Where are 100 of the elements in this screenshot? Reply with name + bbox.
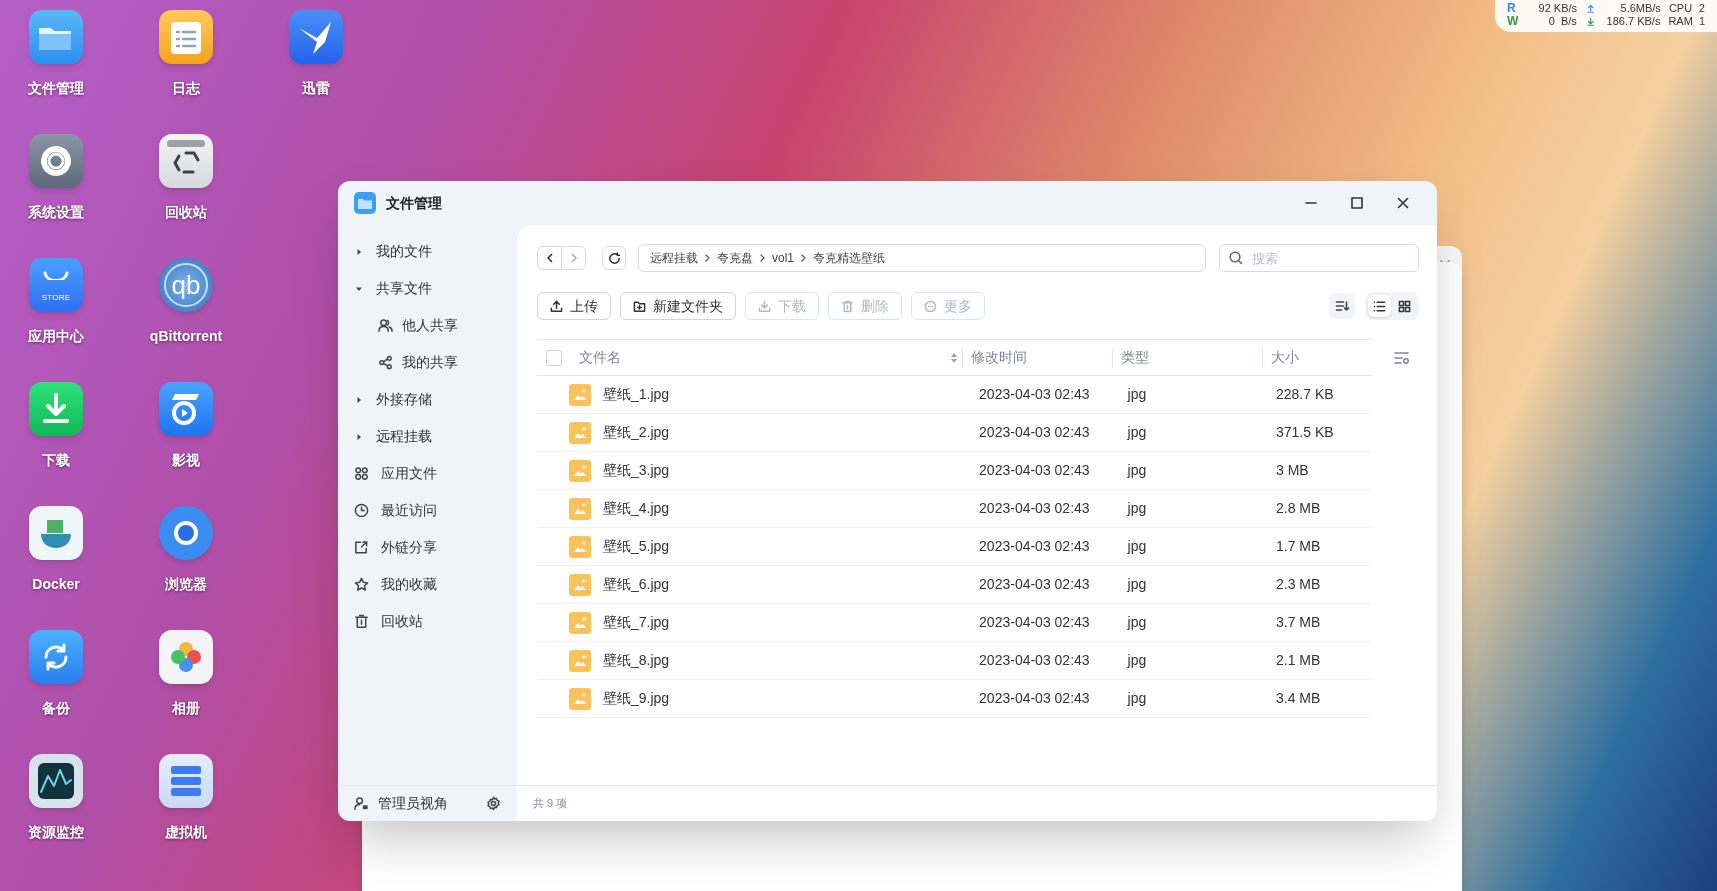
- file-name[interactable]: 壁纸_9.jpg: [603, 688, 980, 709]
- column-header[interactable]: 类型: [1121, 347, 1149, 368]
- select-all-checkbox[interactable]: [546, 349, 562, 366]
- network-rate: 186.7 KB/s: [1605, 15, 1661, 28]
- toolbar-button[interactable]: 上传: [537, 292, 611, 320]
- column-header[interactable]: 文件名: [579, 347, 621, 368]
- app-label: 相册: [172, 699, 200, 718]
- folder-plus-icon: [633, 299, 646, 313]
- clock-icon: [354, 503, 369, 518]
- refresh-icon: [607, 251, 621, 265]
- metric-label: RAM: [1668, 15, 1693, 28]
- admin-view-link[interactable]: 管理员视角: [378, 793, 448, 814]
- settings-icon[interactable]: [486, 796, 501, 811]
- item-count: 共 9 项: [533, 796, 568, 812]
- file-name[interactable]: 壁纸_3.jpg: [603, 460, 980, 481]
- table-cell-text: 2023-04-03 02:43: [979, 613, 1091, 632]
- metric-value: 2: [1698, 2, 1705, 15]
- table-cell-text: 2023-04-03 02:43: [979, 385, 1091, 404]
- file-name[interactable]: 壁纸_6.jpg: [603, 574, 980, 595]
- sidebar-item[interactable]: 应用文件: [381, 463, 437, 484]
- table-cell-text: 371.5 KB: [1276, 423, 1335, 442]
- search-icon: [1229, 251, 1243, 265]
- app-icon[interactable]: [29, 630, 83, 684]
- people-icon: [378, 318, 393, 333]
- io-label: W: [1507, 15, 1520, 28]
- app-label: 虚拟机: [165, 823, 207, 842]
- table-cell-text: jpg: [1127, 613, 1148, 632]
- table-cell-text: jpg: [1127, 385, 1148, 404]
- app-icon[interactable]: [159, 506, 213, 560]
- table-cell-text: jpg: [1127, 689, 1148, 708]
- breadcrumb-item[interactable]: 夸克盘: [717, 249, 753, 267]
- path-field[interactable]: 远程挂载 夸克盘 vol1 夸克精选壁纸: [638, 244, 1206, 272]
- table-cell-text: jpg: [1127, 461, 1148, 480]
- table-cell-text: 2023-04-03 02:43: [979, 651, 1091, 670]
- column-header[interactable]: 大小: [1271, 347, 1299, 368]
- app-label: 资源监控: [28, 823, 84, 842]
- folder-icon: [354, 192, 376, 214]
- list-view-button[interactable]: [1368, 295, 1391, 317]
- metric-value: 1: [1698, 15, 1705, 28]
- breadcrumb-item[interactable]: vol1: [772, 249, 794, 267]
- app-label: 迅雷: [302, 79, 330, 98]
- table-cell-text: 3.7 MB: [1276, 613, 1322, 632]
- sidebar-item[interactable]: 我的文件: [376, 241, 432, 262]
- app-icon[interactable]: [159, 630, 213, 684]
- file-name[interactable]: 壁纸_7.jpg: [603, 612, 980, 633]
- trash-icon: [354, 614, 369, 629]
- sidebar-item[interactable]: 远程挂载: [376, 426, 432, 447]
- sidebar-item[interactable]: 我的共享: [402, 352, 458, 373]
- image-file-icon: [569, 535, 591, 558]
- table-cell-text: jpg: [1127, 423, 1148, 442]
- app-label: 应用中心: [28, 327, 84, 346]
- sidebar-item[interactable]: 最近访问: [381, 500, 437, 521]
- list-icon: [1373, 299, 1386, 313]
- table-cell-text: 2023-04-03 02:43: [979, 423, 1091, 442]
- file-name[interactable]: 壁纸_8.jpg: [603, 650, 980, 671]
- sidebar-item[interactable]: 回收站: [381, 611, 423, 632]
- file-name[interactable]: 壁纸_2.jpg: [603, 422, 980, 443]
- app-label: 影视: [172, 451, 200, 470]
- file-name[interactable]: 壁纸_5.jpg: [603, 536, 980, 557]
- table-cell-text: jpg: [1127, 537, 1148, 556]
- sort-button[interactable]: [1329, 293, 1355, 319]
- sort-arrows-icon[interactable]: [950, 351, 958, 364]
- grid-icon: [354, 466, 369, 481]
- column-header[interactable]: 修改时间: [971, 347, 1027, 368]
- io-label: R: [1507, 2, 1517, 15]
- toolbar-button[interactable]: 新建文件夹: [620, 292, 736, 320]
- column-settings-icon[interactable]: [1394, 350, 1410, 365]
- sidebar-item[interactable]: 外接存储: [376, 389, 432, 410]
- app-icon[interactable]: [289, 10, 343, 64]
- search-field[interactable]: 搜索: [1219, 244, 1419, 272]
- app-icon[interactable]: [159, 382, 213, 436]
- chevron-right-icon: [704, 254, 711, 262]
- image-file-icon: [569, 573, 591, 596]
- table-cell-text: 228.7 KB: [1276, 385, 1335, 404]
- more-icon: [924, 299, 937, 313]
- share-box-icon: [354, 540, 369, 555]
- table-cell-text: jpg: [1127, 499, 1148, 518]
- app-label: 系统设置: [28, 203, 84, 222]
- app-icon[interactable]: [29, 382, 83, 436]
- sidebar-item[interactable]: 共享文件: [376, 278, 432, 299]
- sidebar-item[interactable]: 外链分享: [381, 537, 437, 558]
- network-rate: 5.6MB/s: [1619, 2, 1661, 15]
- breadcrumb-item[interactable]: 夸克精选壁纸: [813, 249, 885, 267]
- app-icon[interactable]: [29, 754, 83, 808]
- share-icon: [378, 355, 393, 370]
- sidebar-item[interactable]: 他人共享: [402, 315, 458, 336]
- sidebar-item[interactable]: 我的收藏: [381, 574, 437, 595]
- app-label: 下载: [42, 451, 70, 470]
- file-name[interactable]: 壁纸_1.jpg: [603, 384, 980, 405]
- table-cell-text: 2023-04-03 02:43: [979, 575, 1091, 594]
- file-name[interactable]: 壁纸_4.jpg: [603, 498, 980, 519]
- upload-icon: [550, 299, 563, 313]
- star-icon: [354, 577, 369, 592]
- chevron-left-icon: [544, 253, 555, 263]
- download-arrow-icon: [1586, 17, 1595, 26]
- trash-icon: [841, 299, 854, 313]
- breadcrumb-item[interactable]: 远程挂载: [650, 249, 698, 267]
- table-cell-text: 2023-04-03 02:43: [979, 537, 1091, 556]
- app-icon[interactable]: STORE: [29, 258, 83, 312]
- refresh-button[interactable]: [602, 246, 626, 270]
